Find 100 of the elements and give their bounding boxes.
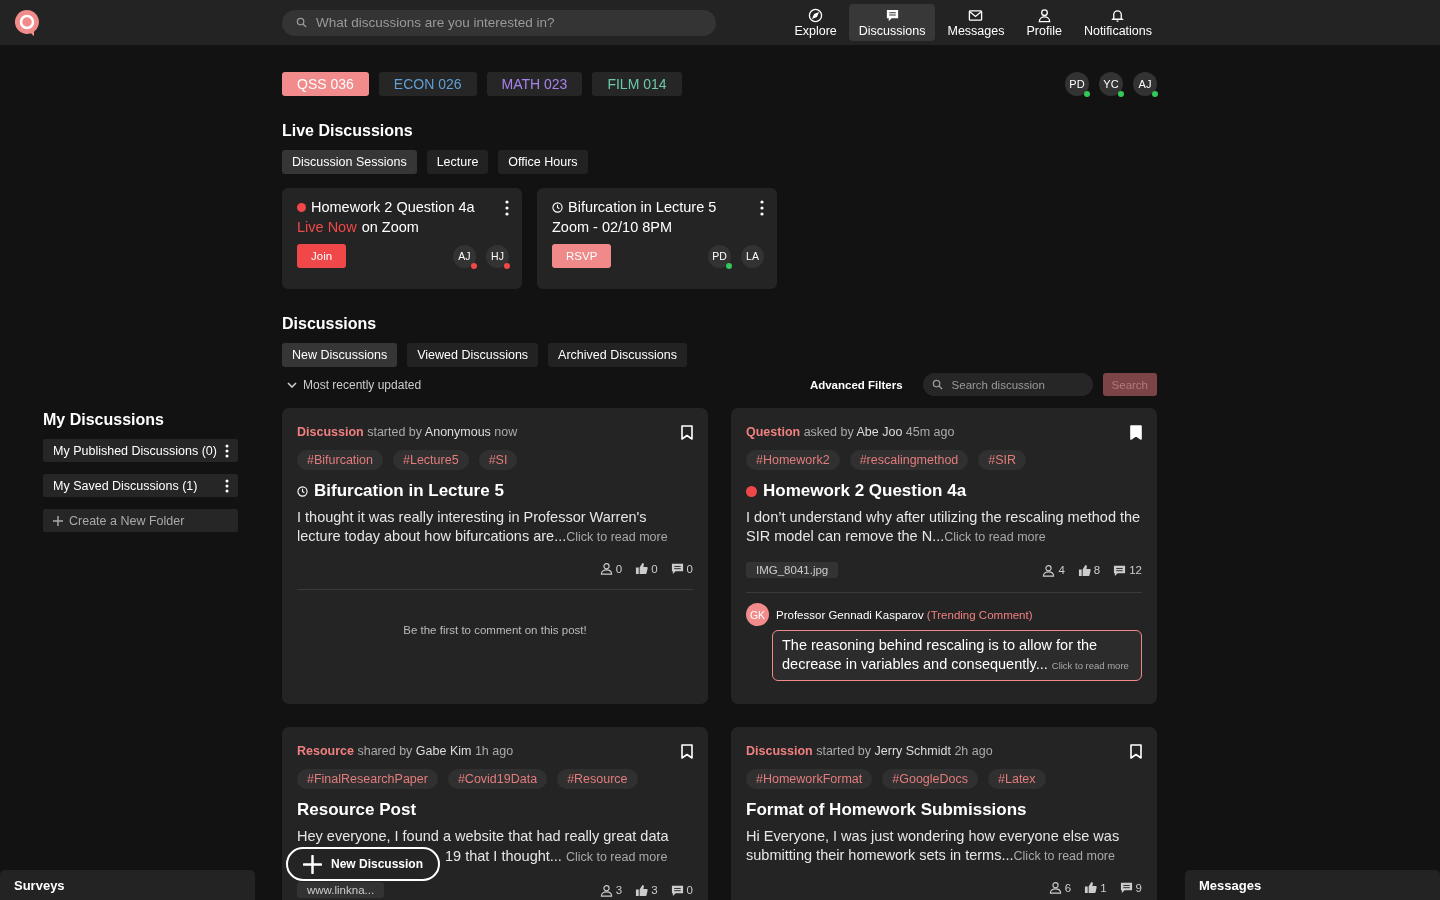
new-discussion-button[interactable]: New Discussion (286, 847, 441, 881)
post-card[interactable] (731, 408, 1157, 704)
nav-tab[interactable]: Explore (784, 4, 847, 41)
surveys-panel[interactable]: Surveys (0, 870, 255, 900)
participant-count: 0 (615, 562, 623, 575)
tag-chip[interactable]: #Resource (557, 769, 638, 789)
tag-chip[interactable]: #Covid19Data (447, 769, 548, 789)
post-title: Format of Homework Submissions (746, 800, 1027, 820)
filter-tab[interactable]: Office Hours (498, 150, 588, 174)
tag-chip[interactable]: #Bifurcation (297, 450, 383, 470)
post-excerpt: I don’t understand why after utilizing the rescaling method the SIR model can remove the N...Click to read more (746, 508, 1142, 546)
person-icon (1042, 563, 1056, 577)
bookmark-icon[interactable] (1130, 425, 1142, 440)
mail-icon (968, 8, 984, 23)
user-avatar[interactable]: PD (1065, 72, 1089, 96)
user-avatar[interactable]: AJ (453, 244, 476, 268)
filter-tab[interactable]: Lecture (426, 150, 489, 174)
folder-item[interactable]: My Published Discussions (0) (43, 439, 238, 462)
discussion-tab[interactable]: Archived Discussions (548, 343, 687, 367)
compass-icon (808, 8, 824, 23)
tag-chip[interactable]: #FinalResearchPaper (297, 769, 438, 789)
like-count: 3 (651, 884, 658, 896)
bookmark-icon[interactable] (681, 425, 693, 440)
tag-chip[interactable]: #HomeworkFormat (746, 769, 873, 789)
join-button[interactable]: Join (297, 244, 347, 268)
participant-count: 4 (1058, 564, 1065, 576)
messages-panel[interactable]: Messages (1185, 870, 1440, 900)
live-card[interactable]: Bifurcation in Lecture 5 Zoom - 02/10 8PM RSVP PD LA (537, 188, 777, 289)
user-avatar[interactable]: YC (1099, 72, 1123, 96)
clock-icon (552, 201, 563, 213)
user-avatar[interactable]: LA (741, 244, 764, 268)
attachment-chip[interactable]: www.linkna... (297, 882, 385, 898)
participant-count: 3 (615, 884, 623, 896)
search-field[interactable]: Search discussion (922, 373, 1093, 396)
search-input[interactable]: What discussions are you interested in? (314, 14, 716, 31)
post-byline: Question asked by Abe Joo 45m ago (746, 425, 955, 439)
nav-tab[interactable]: Profile (1016, 4, 1072, 41)
tag-chip[interactable]: #SIR (978, 450, 1027, 470)
tag-chip[interactable]: #Lecture5 (393, 450, 469, 470)
chat-icon (884, 8, 900, 23)
attachment-chip[interactable]: IMG_8041.jpg (746, 562, 839, 578)
more-icon[interactable] (225, 478, 229, 493)
filter-tab[interactable]: Discussion Sessions (282, 150, 417, 174)
nav-tab[interactable]: Messages (937, 4, 1015, 41)
discussion-tab[interactable]: New Discussions (282, 343, 398, 367)
tag-chip[interactable]: #Homework2 (746, 450, 840, 470)
empty-comments-message: Be the first to comment on this post! (403, 624, 587, 636)
session-title: Bifurcation in Lecture 5 (568, 199, 717, 215)
user-avatar[interactable]: AJ (1133, 72, 1157, 96)
live-status: Live Now (297, 219, 357, 235)
sort-dropdown[interactable]: Most recently updated (282, 377, 422, 392)
tag-chip[interactable]: #Latex (988, 769, 1046, 789)
section-heading: Live Discussions (282, 122, 414, 140)
post-excerpt: Hi Everyone, I was just wondering how everyone else was submitting their homework sets in terms...Click to read more (746, 827, 1121, 865)
person-icon (1036, 8, 1052, 23)
comment-count: 9 (1135, 881, 1142, 894)
bookmark-icon[interactable] (1130, 744, 1142, 759)
thumbs-up-icon[interactable] (635, 883, 649, 897)
nav-tab[interactable]: Discussions (848, 4, 936, 41)
create-folder-button[interactable]: Create a New Folder (43, 509, 238, 532)
search-icon (296, 17, 307, 28)
thumbs-up-icon[interactable] (635, 562, 649, 575)
discussion-tab[interactable]: Viewed Discussions (407, 343, 539, 367)
tag-chip[interactable]: #SI (478, 450, 518, 470)
more-icon[interactable] (225, 443, 229, 458)
session-detail: Zoom - 02/10 8PM (552, 219, 673, 235)
person-icon (599, 562, 613, 575)
comment-count: 0 (686, 562, 693, 575)
folder-item[interactable]: My Saved Discussions (1) (43, 474, 238, 497)
post-byline: Discussion started by Jerry Schmidt 2h ago (746, 744, 993, 758)
bookmark-icon[interactable] (681, 744, 693, 759)
tag-chip[interactable]: #GoogleDocs (882, 769, 979, 789)
search-field[interactable]: What discussions are you interested in? (282, 9, 716, 36)
course-tab[interactable]: MATH 023 (486, 72, 583, 96)
search-icon (931, 379, 943, 390)
user-avatar: GK (746, 603, 769, 626)
logo-icon[interactable] (14, 8, 40, 37)
plus-icon (53, 515, 63, 526)
panel-title: Surveys (14, 877, 65, 893)
course-tab[interactable]: FILM 014 (592, 72, 682, 96)
post-card[interactable] (282, 408, 708, 704)
nav-tab[interactable]: Notifications (1073, 4, 1162, 41)
comment-icon (1113, 563, 1127, 577)
like-count: 1 (1100, 881, 1107, 894)
trending-comment[interactable]: The reasoning behind rescaling is to allow for the decrease in variables and consequently... Click to read more (772, 630, 1142, 681)
tag-chip[interactable]: #rescalingmethod (849, 450, 969, 470)
post-excerpt: I thought it was really interesting in Professor Warren's lecture today about how bifurcations are...Click to read more (297, 508, 669, 546)
more-icon[interactable] (760, 200, 764, 216)
search-input[interactable]: Search discussion (949, 377, 1093, 392)
thumbs-up-icon[interactable] (1077, 563, 1091, 577)
more-icon[interactable] (505, 200, 509, 216)
like-count: 8 (1093, 564, 1101, 576)
user-avatar[interactable]: PD (708, 244, 731, 268)
user-avatar[interactable]: HJ (486, 244, 509, 268)
course-tab[interactable]: ECON 026 (378, 72, 477, 96)
live-card[interactable]: Homework 2 Question 4a Live Now on Zoom Join AJ HJ (282, 188, 522, 289)
chevron-icon (287, 381, 297, 388)
panel-title: Messages (1199, 877, 1262, 893)
thumbs-up-icon[interactable] (1084, 881, 1098, 894)
advanced-filters-link[interactable]: Advanced Filters (803, 377, 909, 392)
